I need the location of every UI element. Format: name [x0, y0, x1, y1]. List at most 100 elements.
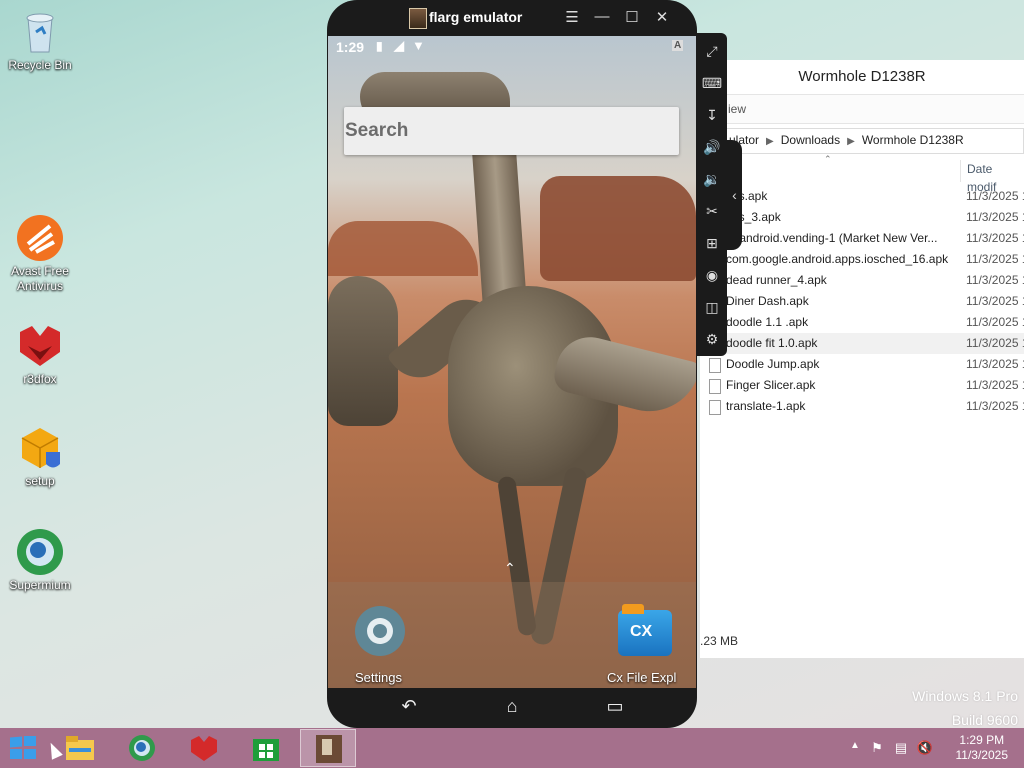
- fullscreen-icon[interactable]: ⤢: [700, 39, 724, 63]
- file-row[interactable]: ess_3.apk 11/3/2025 1: [700, 207, 1024, 228]
- taskbar-clock[interactable]: 1:29 PM 11/3/2025: [956, 733, 1009, 763]
- file-date: 11/3/2025 1: [966, 378, 1024, 392]
- avast-icon: [16, 214, 64, 262]
- file-row[interactable]: com.google.android.apps.iosched_16.apk 11…: [700, 249, 1024, 270]
- emulator-title-text: flarg emulator: [429, 9, 523, 25]
- file-date: 11/3/2025 1: [966, 210, 1024, 224]
- store-icon: [251, 734, 281, 762]
- address-bar[interactable]: ulator ▶ Downloads ▶ Wormhole D1238R: [720, 128, 1024, 154]
- sort-arrow-icon: ⌃: [824, 154, 832, 164]
- file-name: doodle fit 1.0.apk: [726, 336, 818, 350]
- breadcrumb-item[interactable]: Wormhole D1238R: [862, 133, 964, 147]
- file-explorer-icon: [65, 734, 95, 762]
- explorer-title: Wormhole D1238R: [700, 60, 1024, 94]
- taskbar-supermium[interactable]: [114, 729, 170, 767]
- file-date: 11/3/2025 1: [966, 189, 1024, 203]
- column-header-date-modified[interactable]: Date modif: [960, 160, 1024, 194]
- android-screen[interactable]: 1:29 ▮ ◢ ▼ A Search ⌃ Settings CX Cx Fil…: [328, 36, 696, 688]
- taskbar-flarg-emulator[interactable]: [300, 729, 356, 767]
- taskbar-file-explorer[interactable]: [52, 729, 108, 767]
- cx-file-explorer-icon[interactable]: CX: [618, 604, 672, 656]
- file-row-selected[interactable]: doodle fit 1.0.apk 11/3/2025 1: [700, 333, 1024, 354]
- desktop-icon-setup[interactable]: setup: [0, 424, 80, 489]
- emulator-titlebar[interactable]: flarg emulator ☰ — ☐ ✕: [327, 0, 697, 36]
- rotate-icon[interactable]: ◫: [700, 295, 724, 319]
- file-row[interactable]: oks.apk 11/3/2025 1: [700, 186, 1024, 207]
- windows-logo-icon: [24, 749, 36, 759]
- supermium-icon: [16, 528, 64, 576]
- add-window-icon[interactable]: ⊞: [700, 231, 724, 255]
- taskbar-store[interactable]: [238, 729, 294, 767]
- file-icon: [709, 379, 721, 394]
- file-row[interactable]: dead runner_4.apk 11/3/2025 1: [700, 270, 1024, 291]
- r3dfox-icon: [189, 734, 219, 762]
- search-bar[interactable]: Search: [344, 107, 679, 155]
- file-row[interactable]: m.android.vending-1 (Market New Ver... 11…: [700, 228, 1024, 249]
- android-status-bar: 1:29 ▮ ◢ ▼ A: [328, 36, 696, 58]
- breadcrumb-chevron-icon: ▶: [847, 136, 855, 147]
- desktop-icon-recycle-bin[interactable]: Recycle Bin: [0, 8, 80, 73]
- emulator-title: flarg emulator: [409, 8, 523, 29]
- file-date: 11/3/2025 1: [966, 252, 1024, 266]
- emulator-toolbar: ⤢ ⌨ ↧ 🔊 🔉 ✂ ⊞ ◉ ◫ ⚙: [697, 33, 727, 356]
- desktop-icon-supermium[interactable]: Supermium: [0, 528, 80, 593]
- collapse-toolbar-chevron-icon[interactable]: ‹: [727, 140, 742, 250]
- battery-charging-icon: ▮: [376, 39, 383, 53]
- app-drawer-chevron-icon[interactable]: ⌃: [504, 560, 516, 577]
- status-time: 1:29: [336, 39, 365, 55]
- file-row[interactable]: Doodle Jump.apk 11/3/2025 1: [700, 354, 1024, 375]
- settings-icon[interactable]: ⚙: [700, 327, 724, 351]
- install-apk-icon[interactable]: ↧: [700, 103, 724, 127]
- recents-button[interactable]: ▭: [595, 696, 635, 717]
- clock-time: 1:29 PM: [959, 733, 1005, 747]
- background-rock: [540, 176, 696, 281]
- file-explorer-window[interactable]: Wormhole D1238R iew ulator ▶ Downloads ▶ Wor…: [700, 60, 1024, 658]
- wallpaper-creature: [328, 276, 398, 426]
- taskbar-r3dfox[interactable]: [176, 729, 232, 767]
- start-button[interactable]: [10, 736, 38, 761]
- network-icon[interactable]: ▤: [892, 740, 910, 756]
- menu-icon[interactable]: ☰: [562, 8, 582, 26]
- home-button[interactable]: ⌂: [492, 696, 532, 717]
- windows-watermark: Windows 8.1 Pro Build 9600: [912, 684, 1018, 732]
- file-icon: [709, 358, 721, 373]
- file-name: Diner Dash.apk: [726, 294, 809, 308]
- file-date: 11/3/2025 1: [966, 399, 1024, 413]
- maximize-button[interactable]: ☐: [622, 8, 642, 26]
- search-placeholder: Search: [345, 120, 409, 141]
- wifi-icon: ▼: [412, 38, 425, 53]
- file-date: 11/3/2025 1: [966, 357, 1024, 371]
- location-icon[interactable]: ◉: [700, 263, 724, 287]
- volume-up-icon[interactable]: 🔊: [700, 135, 724, 159]
- ribbon-tab-view[interactable]: iew: [728, 102, 746, 116]
- desktop-icon-r3dfox[interactable]: r3dfox: [0, 322, 80, 387]
- volume-down-icon[interactable]: 🔉: [700, 167, 724, 191]
- screenshot-scissors-icon[interactable]: ✂: [700, 199, 724, 223]
- explorer-ribbon[interactable]: iew: [700, 94, 1024, 124]
- file-row[interactable]: Finger Slicer.apk 11/3/2025 1: [700, 375, 1024, 396]
- settings-app[interactable]: [355, 606, 407, 658]
- desktop-icon-label: Recycle Bin: [8, 58, 72, 72]
- file-name: translate-1.apk: [726, 399, 806, 413]
- breadcrumb-item[interactable]: Downloads: [781, 133, 840, 147]
- close-button[interactable]: ✕: [652, 8, 672, 26]
- minimize-button[interactable]: —: [592, 8, 612, 25]
- back-button[interactable]: ↶: [389, 696, 429, 717]
- windows-logo-icon: [10, 736, 22, 748]
- emulator-window[interactable]: flarg emulator ☰ — ☐ ✕ 1:29 ▮ ◢ ▼ A Sear…: [327, 0, 697, 728]
- file-name: m.android.vending-1 (Market New Ver...: [726, 231, 938, 245]
- explorer-status-bar: .23 MB: [700, 634, 739, 648]
- recycle-bin-icon: [16, 8, 64, 56]
- file-row[interactable]: translate-1.apk 11/3/2025 1: [700, 396, 1024, 417]
- keyboard-icon[interactable]: ⌨: [700, 71, 724, 95]
- show-hidden-icons-chevron-icon[interactable]: ▲: [846, 740, 864, 751]
- desktop-icon-avast[interactable]: Avast Free Antivirus: [0, 214, 80, 294]
- file-date: 11/3/2025 1: [966, 294, 1024, 308]
- volume-muted-icon[interactable]: 🔇: [916, 740, 934, 756]
- supermium-icon: [127, 734, 157, 762]
- r3dfox-icon: [16, 322, 64, 370]
- background-rock: [328, 221, 478, 276]
- action-center-flag-icon[interactable]: ⚑: [868, 740, 886, 756]
- file-row[interactable]: Diner Dash.apk 11/3/2025 1: [700, 291, 1024, 312]
- file-row[interactable]: doodle 1.1 .apk 11/3/2025 1: [700, 312, 1024, 333]
